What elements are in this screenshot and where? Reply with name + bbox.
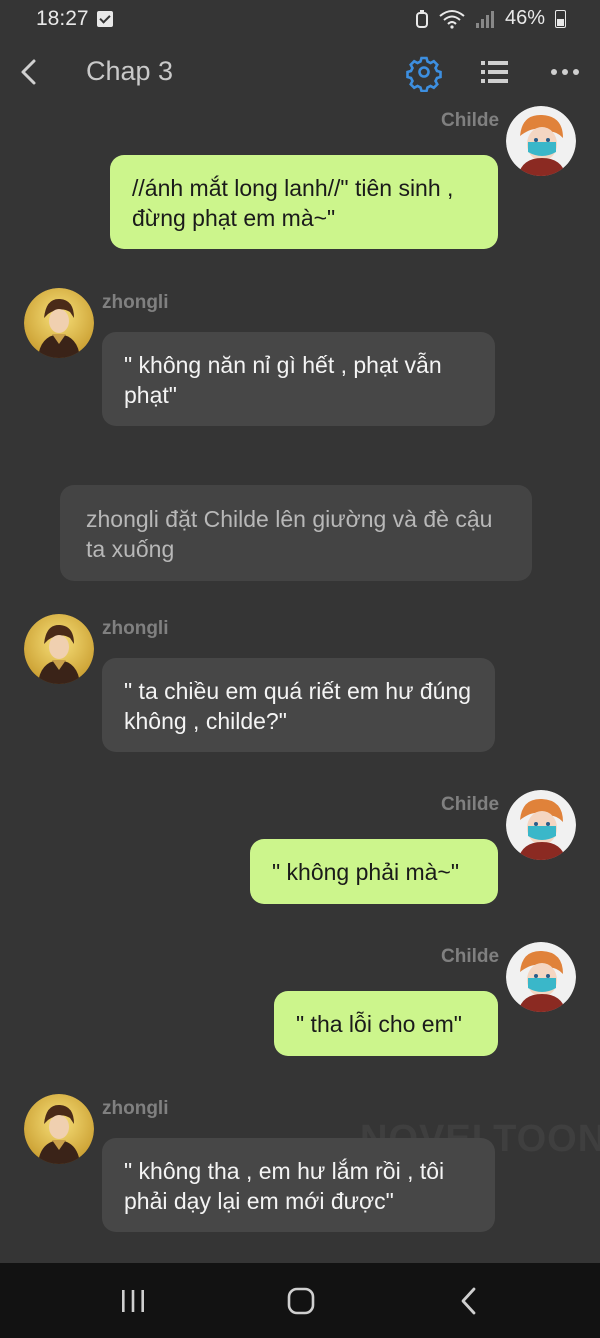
page-title: Chap 3: [86, 56, 174, 86]
sender-name: zhongli: [102, 618, 169, 639]
sender-name: Childe: [441, 110, 500, 131]
gear-icon[interactable]: [404, 52, 444, 92]
status-time: 18:27: [36, 7, 89, 30]
alarm-icon: [415, 9, 428, 28]
message-bubble: " không năn nỉ gì hết , phạt vẫn phạt": [102, 332, 495, 426]
wifi-icon: [439, 9, 465, 29]
avatar-zhongli[interactable]: [24, 614, 94, 684]
message-bubble: //ánh mắt long lanh//" tiên sinh , đừng …: [110, 155, 498, 249]
status-bar: 18:27 46%: [0, 0, 600, 40]
system-nav-bar: [0, 1263, 600, 1338]
avatar-zhongli[interactable]: [24, 288, 94, 358]
recents-icon[interactable]: [113, 1281, 153, 1321]
home-icon[interactable]: [281, 1281, 321, 1321]
narration-text: zhongli đặt Childe lên giường và đè cậu …: [60, 485, 532, 581]
battery-percent: 46%: [504, 7, 545, 29]
avatar-childe[interactable]: [506, 106, 576, 176]
battery-icon: [555, 9, 566, 28]
message-bubble: " ta chiều em quá riết em hư đúng không …: [102, 658, 495, 752]
message-bubble: " không phải mà~": [250, 839, 498, 904]
more-icon[interactable]: [545, 52, 585, 92]
avatar-zhongli[interactable]: [24, 1094, 94, 1164]
avatar-childe[interactable]: [506, 790, 576, 860]
signal-icon: [475, 10, 494, 28]
sender-name: Childe: [441, 794, 500, 815]
status-right: 46%: [415, 7, 566, 30]
message-bubble: " không tha , em hư lắm rồi , tôi phải d…: [102, 1138, 495, 1232]
message-bubble: " tha lỗi cho em": [274, 991, 498, 1056]
list-icon[interactable]: [474, 52, 514, 92]
avatar-childe[interactable]: [506, 942, 576, 1012]
sender-name: Childe: [441, 946, 500, 967]
app-header: Chap 3: [0, 40, 600, 104]
sender-name: zhongli: [102, 292, 169, 313]
sender-name: zhongli: [102, 1098, 169, 1119]
notification-check-icon: [97, 11, 113, 27]
back-arrow-icon[interactable]: [14, 52, 48, 92]
nav-back-icon[interactable]: [450, 1281, 490, 1321]
